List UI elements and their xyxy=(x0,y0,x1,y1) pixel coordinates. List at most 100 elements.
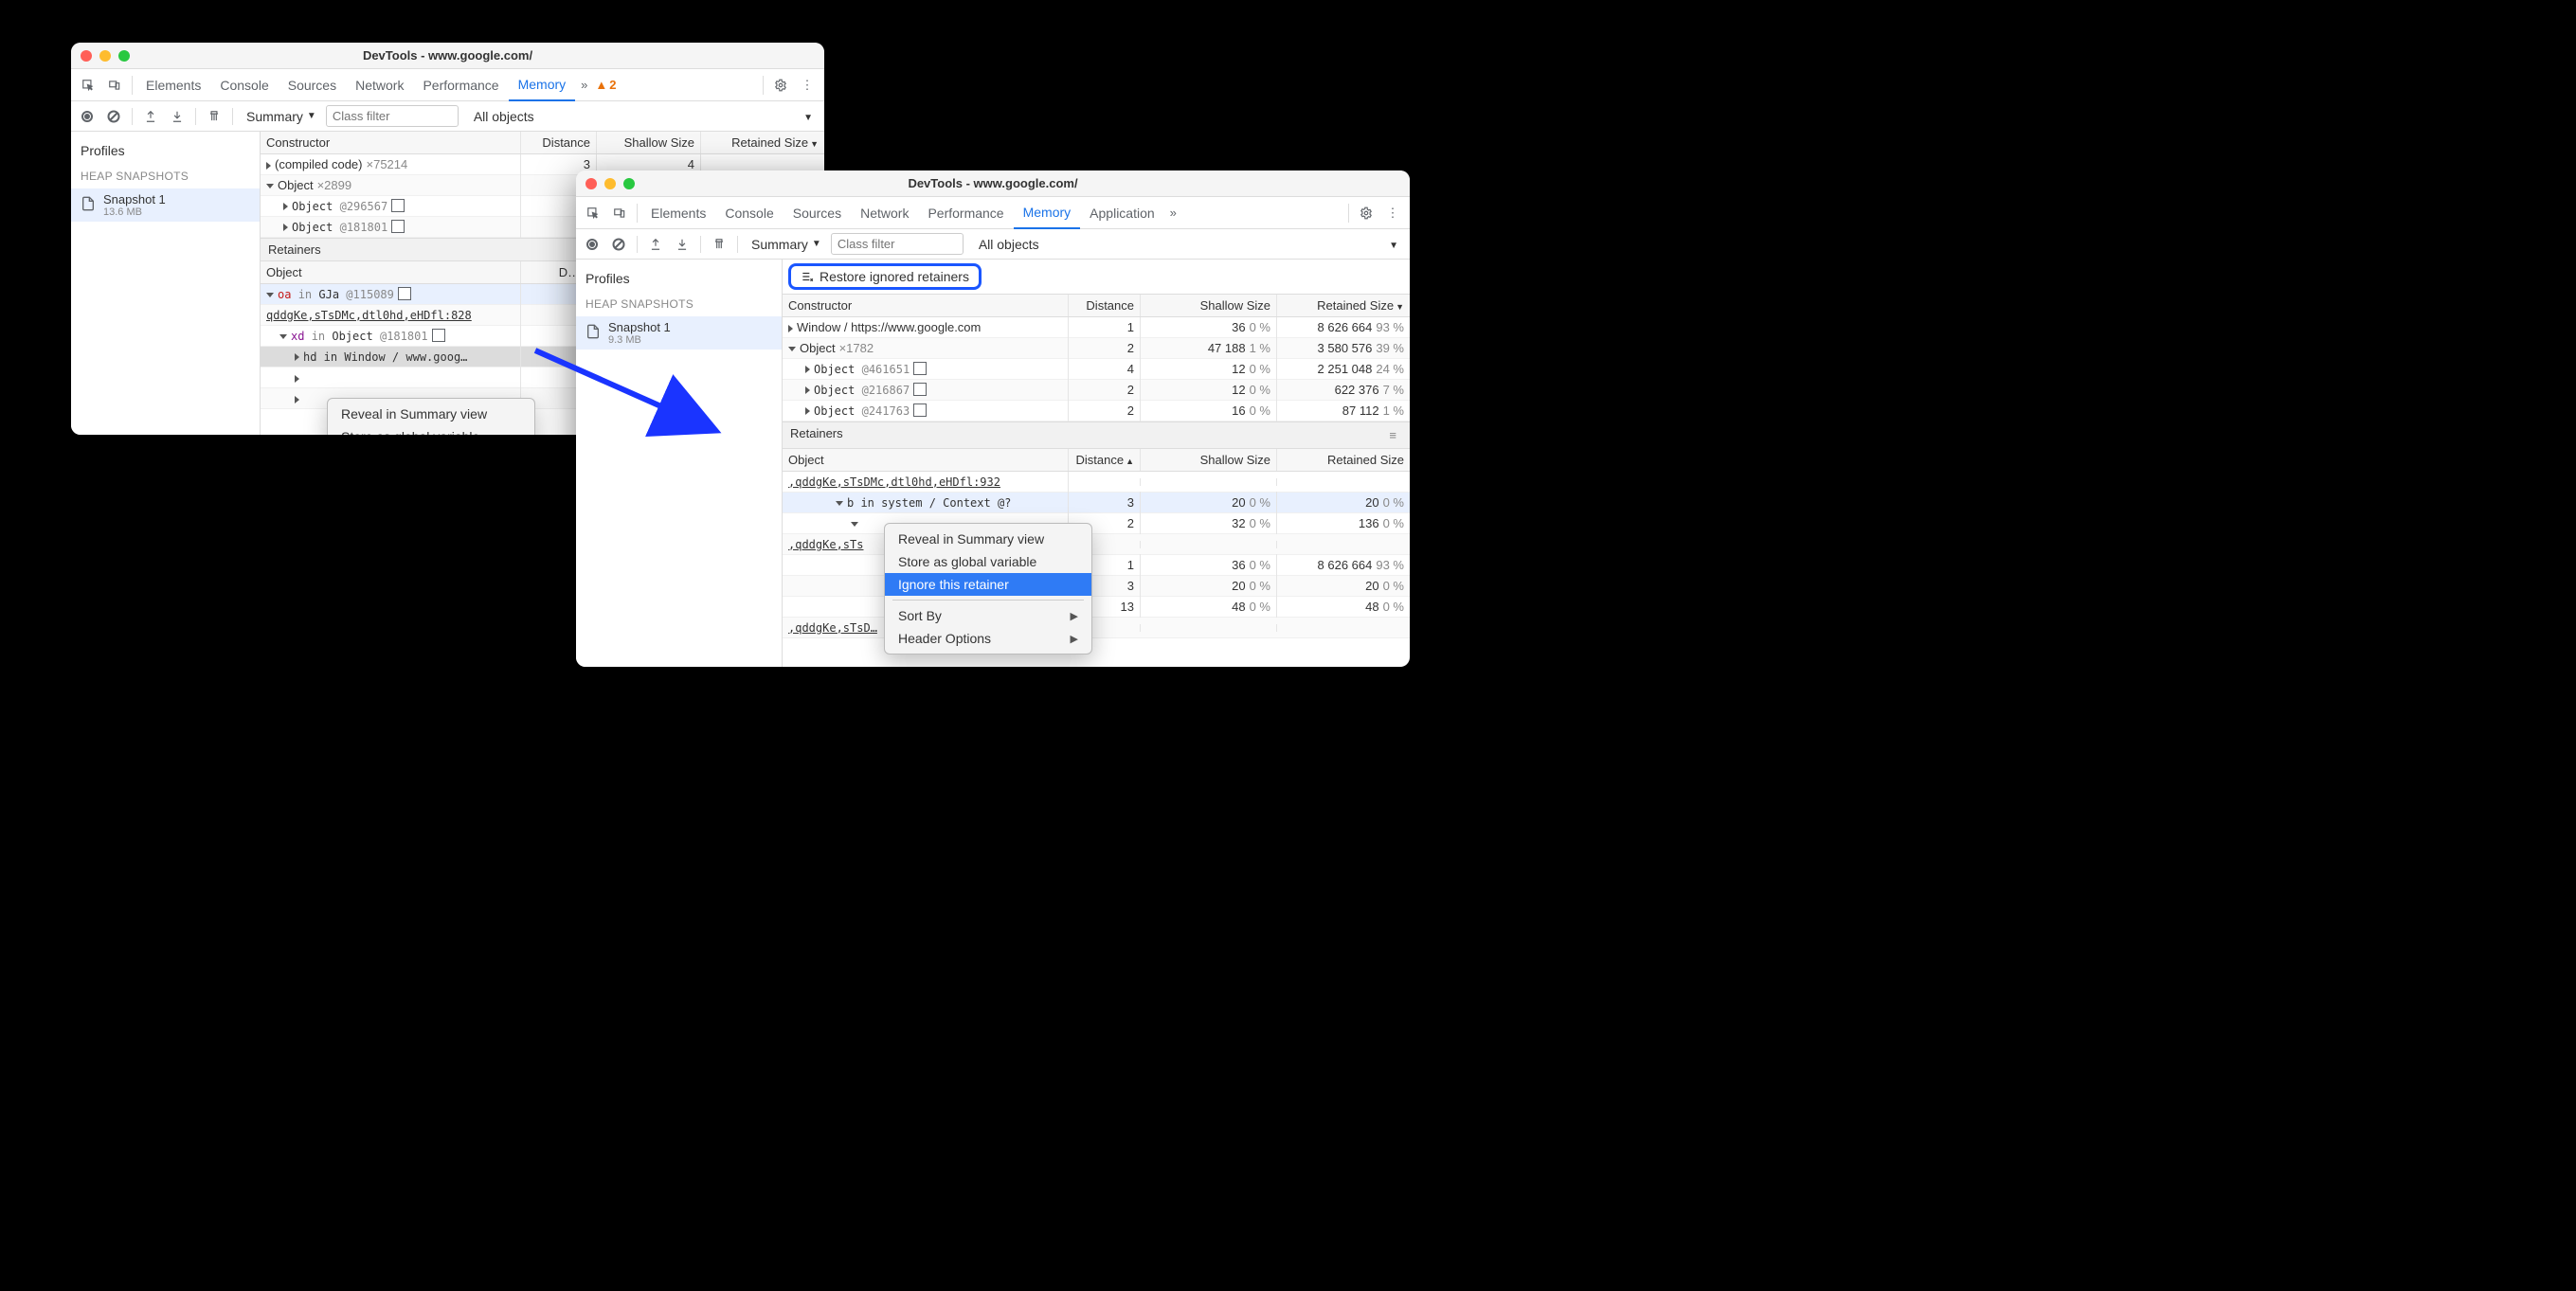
table-row[interactable]: ,qddgKe,sTs xyxy=(783,534,1410,555)
table-row[interactable]: Object×1782 2 47 1881 % 3 580 57639 % xyxy=(783,338,1410,359)
settings-icon[interactable] xyxy=(767,72,794,99)
table-row[interactable]: Object @241763 2 160 % 87 1121 % xyxy=(783,401,1410,421)
inspect-icon[interactable] xyxy=(75,72,101,99)
table-row[interactable]: 13 480 % 480 % xyxy=(783,597,1410,618)
minimize-icon[interactable] xyxy=(99,50,111,62)
col-shallow[interactable]: Shallow Size xyxy=(1141,449,1277,471)
scope-select[interactable]: All objects xyxy=(971,237,1047,252)
col-retained[interactable]: Retained Size xyxy=(1277,449,1410,471)
tab-console[interactable]: Console xyxy=(210,69,278,101)
col-distance[interactable]: Distance▲ xyxy=(1069,449,1141,471)
reveal-icon[interactable] xyxy=(915,405,927,417)
table-row[interactable]: b in system / Context @? 3 200 % 200 % xyxy=(783,493,1410,513)
device-toggle-icon[interactable] xyxy=(606,200,633,226)
table-row[interactable]: 3 200 % 200 % xyxy=(783,576,1410,597)
tab-memory[interactable]: Memory xyxy=(509,69,576,101)
tab-network[interactable]: Network xyxy=(851,197,918,229)
col-object[interactable]: Object xyxy=(261,261,521,283)
tab-elements[interactable]: Elements xyxy=(641,197,715,229)
tab-sources[interactable]: Sources xyxy=(279,69,346,101)
table-row[interactable]: 2 320 % 1360 % xyxy=(783,513,1410,534)
col-distance[interactable]: Distance xyxy=(521,132,597,153)
col-constructor[interactable]: Constructor xyxy=(261,132,521,153)
snapshot-item[interactable]: Snapshot 1 9.3 MB xyxy=(576,316,782,350)
menu-reveal-summary[interactable]: Reveal in Summary view xyxy=(885,528,1091,550)
menu-store-global[interactable]: Store as global variable xyxy=(885,550,1091,573)
upload-icon[interactable] xyxy=(138,104,163,129)
tab-console[interactable]: Console xyxy=(715,197,783,229)
reveal-icon[interactable] xyxy=(434,331,445,342)
tab-application[interactable]: Application xyxy=(1080,197,1164,229)
restore-ignored-retainers-button[interactable]: Restore ignored retainers xyxy=(788,263,982,290)
menu-sort-by[interactable]: Sort By▶ xyxy=(885,604,1091,627)
more-tabs[interactable]: » xyxy=(575,78,593,92)
clear-icon[interactable] xyxy=(606,232,631,257)
col-distance[interactable]: Distance xyxy=(1069,295,1141,316)
more-tabs[interactable]: » xyxy=(1164,206,1182,220)
issues-badge[interactable]: ▲2 xyxy=(595,78,616,92)
scope-select[interactable]: All objects xyxy=(466,109,542,124)
col-constructor[interactable]: Constructor xyxy=(783,295,1069,316)
close-icon[interactable] xyxy=(81,50,92,62)
col-retained[interactable]: Retained Size▼ xyxy=(701,132,824,153)
snapshot-item[interactable]: Snapshot 1 13.6 MB xyxy=(71,188,260,222)
tab-elements[interactable]: Elements xyxy=(136,69,210,101)
table-row[interactable]: 1 360 % 8 626 66493 % xyxy=(783,555,1410,576)
zoom-icon[interactable] xyxy=(118,50,130,62)
tab-sources[interactable]: Sources xyxy=(784,197,851,229)
table-row[interactable]: Window / https://www.google.com 1 360 % … xyxy=(783,317,1410,338)
class-filter-input[interactable] xyxy=(326,105,459,127)
tab-memory[interactable]: Memory xyxy=(1014,197,1081,229)
menu-header-options[interactable]: Header Options▶ xyxy=(885,627,1091,650)
menu-store-global[interactable]: Store as global variable xyxy=(328,425,534,435)
zoom-icon[interactable] xyxy=(623,178,635,189)
view-select[interactable]: Summary▼ xyxy=(744,237,829,252)
clear-icon[interactable] xyxy=(101,104,126,129)
view-select[interactable]: Summary▼ xyxy=(239,109,324,124)
col-shallow[interactable]: Shallow Size xyxy=(1141,295,1277,316)
titlebar[interactable]: DevTools - www.google.com/ xyxy=(576,170,1410,197)
kebab-icon[interactable]: ⋮ xyxy=(794,72,820,99)
inspect-icon[interactable] xyxy=(580,200,606,226)
devtools-window-2: DevTools - www.google.com/ Elements Cons… xyxy=(576,170,1410,667)
scope-caret-icon[interactable]: ▼ xyxy=(803,113,813,123)
download-icon[interactable] xyxy=(670,232,694,257)
minimize-icon[interactable] xyxy=(604,178,616,189)
table-row[interactable]: ,qddgKe,sTsDMc,dtl0hd,eHDfl:932 xyxy=(783,472,1410,493)
titlebar[interactable]: DevTools - www.google.com/ xyxy=(71,43,824,69)
settings-icon[interactable] xyxy=(1353,200,1379,226)
col-shallow[interactable]: Shallow Size xyxy=(597,132,701,153)
profiles-sidebar: Profiles HEAP SNAPSHOTS Snapshot 1 13.6 … xyxy=(71,132,261,435)
table-row[interactable]: Object @216867 2 120 % 622 3767 % xyxy=(783,380,1410,401)
menu-reveal-summary[interactable]: Reveal in Summary view xyxy=(328,403,534,425)
kebab-icon[interactable]: ⋮ xyxy=(1379,200,1406,226)
table-row[interactable]: ,qddgKe,sTsD… xyxy=(783,618,1410,638)
reveal-icon[interactable] xyxy=(393,222,405,233)
scope-caret-icon[interactable]: ▼ xyxy=(1389,241,1398,251)
reveal-icon[interactable] xyxy=(915,364,927,375)
tab-performance[interactable]: Performance xyxy=(918,197,1013,229)
gc-icon[interactable] xyxy=(202,104,226,129)
tab-network[interactable]: Network xyxy=(346,69,413,101)
tab-performance[interactable]: Performance xyxy=(413,69,508,101)
record-icon[interactable] xyxy=(75,104,99,129)
gc-icon[interactable] xyxy=(707,232,731,257)
device-toggle-icon[interactable] xyxy=(101,72,128,99)
tabstrip: Elements Console Sources Network Perform… xyxy=(576,197,1410,229)
heap-snapshots-label: HEAP SNAPSHOTS xyxy=(576,296,782,316)
view-select-label: Summary xyxy=(246,109,303,124)
class-filter-input[interactable] xyxy=(831,233,964,255)
col-retained[interactable]: Retained Size▼ xyxy=(1277,295,1410,316)
table-row[interactable]: Object @461651 4 120 % 2 251 04824 % xyxy=(783,359,1410,380)
upload-icon[interactable] xyxy=(643,232,668,257)
download-icon[interactable] xyxy=(165,104,189,129)
reveal-icon[interactable] xyxy=(915,385,927,396)
close-icon[interactable] xyxy=(585,178,597,189)
retainers-menu-icon[interactable]: ≡ xyxy=(1383,426,1402,444)
snapshot-file-icon xyxy=(585,323,601,343)
record-icon[interactable] xyxy=(580,232,604,257)
col-object[interactable]: Object xyxy=(783,449,1069,471)
reveal-icon[interactable] xyxy=(393,201,405,212)
menu-ignore-retainer[interactable]: Ignore this retainer xyxy=(885,573,1091,596)
reveal-icon[interactable] xyxy=(400,289,411,300)
